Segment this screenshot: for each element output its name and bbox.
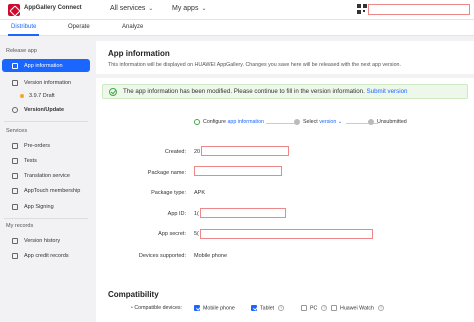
devices-supported-value: Mobile phone xyxy=(194,253,228,259)
sidebar-item-tests[interactable]: Tests xyxy=(2,154,90,167)
checkbox-pc[interactable]: PC? xyxy=(301,305,328,311)
tab-distribute[interactable]: Distribute xyxy=(11,24,36,30)
help-icon[interactable]: ? xyxy=(377,305,384,311)
sidebar: Release app App information Version info… xyxy=(0,37,92,322)
step-pending-icon xyxy=(294,119,300,125)
brand-name[interactable]: AppGallery Connect xyxy=(24,5,82,11)
step-unsubmitted: Unsubmitted xyxy=(368,119,407,125)
qr-code-icon[interactable] xyxy=(357,4,367,14)
step-version-link[interactable]: version xyxy=(319,119,336,125)
divider xyxy=(4,121,88,122)
success-notice: The app information has been modified. P… xyxy=(102,84,468,99)
step-pending-icon xyxy=(368,119,374,125)
checkbox-unchecked-icon xyxy=(331,305,337,311)
my-apps-menu[interactable]: My apps ⌄ xyxy=(172,5,207,12)
divider xyxy=(4,218,88,219)
checkbox-huawei-watch[interactable]: Huawei Watch? xyxy=(331,305,384,311)
sidebar-item-translation[interactable]: Translation service xyxy=(2,169,90,182)
check-circle-icon xyxy=(194,119,200,125)
apptouch-icon xyxy=(12,187,18,194)
tab-bar: Distribute Operate Analyze xyxy=(0,20,474,36)
app-info-header-card: App information This information will be… xyxy=(96,41,474,74)
app-id-value: 1( xyxy=(194,211,199,217)
step-select-version: Select version ⌄ xyxy=(294,119,342,125)
compatibility-title: Compatibility xyxy=(108,290,159,299)
success-check-icon xyxy=(109,87,117,96)
sidebar-item-apptouch[interactable]: AppTouch membership xyxy=(2,184,90,197)
signing-icon xyxy=(12,203,18,210)
credit-record-icon xyxy=(12,252,18,259)
checkbox-checked-icon xyxy=(194,305,200,311)
top-bar: AppGallery Connect All services ⌄ My apps… xyxy=(0,0,474,20)
page-description: This information will be displayed on HU… xyxy=(108,62,401,68)
sidebar-item-preorders[interactable]: Pre-orders xyxy=(2,139,90,152)
package-type-label: Package type: xyxy=(151,190,186,196)
help-icon[interactable]: ? xyxy=(278,305,285,311)
created-value: 20 xyxy=(194,149,201,155)
app-secret-value: 5( xyxy=(194,231,199,237)
all-services-menu[interactable]: All services ⌄ xyxy=(110,5,153,12)
page-title: App information xyxy=(108,49,170,58)
app-secret-field xyxy=(200,229,373,239)
submit-version-link[interactable]: Submit version xyxy=(367,88,408,95)
sidebar-item-app-credit[interactable]: App credit records xyxy=(2,249,90,262)
checkbox-mobile-phone[interactable]: Mobile phone xyxy=(194,305,235,311)
app-id-label: App ID: xyxy=(167,211,186,217)
app-id-field xyxy=(200,208,286,218)
sidebar-item-version-history[interactable]: Version history xyxy=(2,234,90,247)
sidebar-section-release: Release app xyxy=(6,48,37,54)
app-secret-label: App secret: xyxy=(158,231,186,237)
created-label: Created: xyxy=(164,149,186,155)
main-content: App information This information will be… xyxy=(96,37,474,322)
compatibility-card: Compatibility • Compatible devices: Mobi… xyxy=(96,282,474,322)
sidebar-item-app-information[interactable]: App information xyxy=(2,59,90,72)
test-icon xyxy=(12,157,18,164)
translate-icon xyxy=(12,172,18,179)
sidebar-section-records: My records xyxy=(6,223,34,229)
package-type-value: APK xyxy=(194,190,206,196)
devices-supported-label: Devices supported: xyxy=(138,253,186,259)
sidebar-item-version-update[interactable]: Version/Update xyxy=(2,103,90,116)
app-info-form-card: The app information has been modified. P… xyxy=(96,78,474,314)
history-icon xyxy=(12,237,18,244)
checkbox-tablet[interactable]: Tablet? xyxy=(251,305,285,311)
account-field[interactable] xyxy=(368,4,470,15)
plus-circle-icon xyxy=(12,106,18,113)
document-icon xyxy=(12,79,18,86)
checkbox-unchecked-icon xyxy=(301,305,307,311)
package-name-field xyxy=(194,166,282,176)
appgallery-logo-icon[interactable] xyxy=(8,4,20,16)
sidebar-section-services: Services xyxy=(6,128,28,134)
sidebar-item-app-signing[interactable]: App Signing xyxy=(2,200,90,213)
chevron-down-icon: ⌄ xyxy=(201,6,207,12)
checkbox-checked-icon xyxy=(251,305,257,311)
active-tab-indicator xyxy=(8,34,39,36)
tab-analyze[interactable]: Analyze xyxy=(122,24,143,30)
sidebar-item-version-draft[interactable]: 3.9.7 Draft xyxy=(2,89,90,102)
chevron-down-icon: ⌄ xyxy=(148,6,154,12)
compatible-devices-label: • Compatible devices: xyxy=(131,305,183,311)
package-name-label: Package name: xyxy=(147,170,186,176)
help-icon[interactable]: ? xyxy=(321,305,328,311)
chevron-down-icon: ⌄ xyxy=(336,119,343,125)
sidebar-item-version-information[interactable]: Version information xyxy=(2,76,90,89)
draft-status-icon xyxy=(20,93,24,98)
created-value-field xyxy=(201,146,289,156)
tab-operate[interactable]: Operate xyxy=(68,24,90,30)
step-app-information-link[interactable]: app information xyxy=(227,119,264,125)
info-icon xyxy=(12,62,18,69)
step-configure: Configure app information xyxy=(194,119,264,125)
preorder-icon xyxy=(12,142,18,149)
